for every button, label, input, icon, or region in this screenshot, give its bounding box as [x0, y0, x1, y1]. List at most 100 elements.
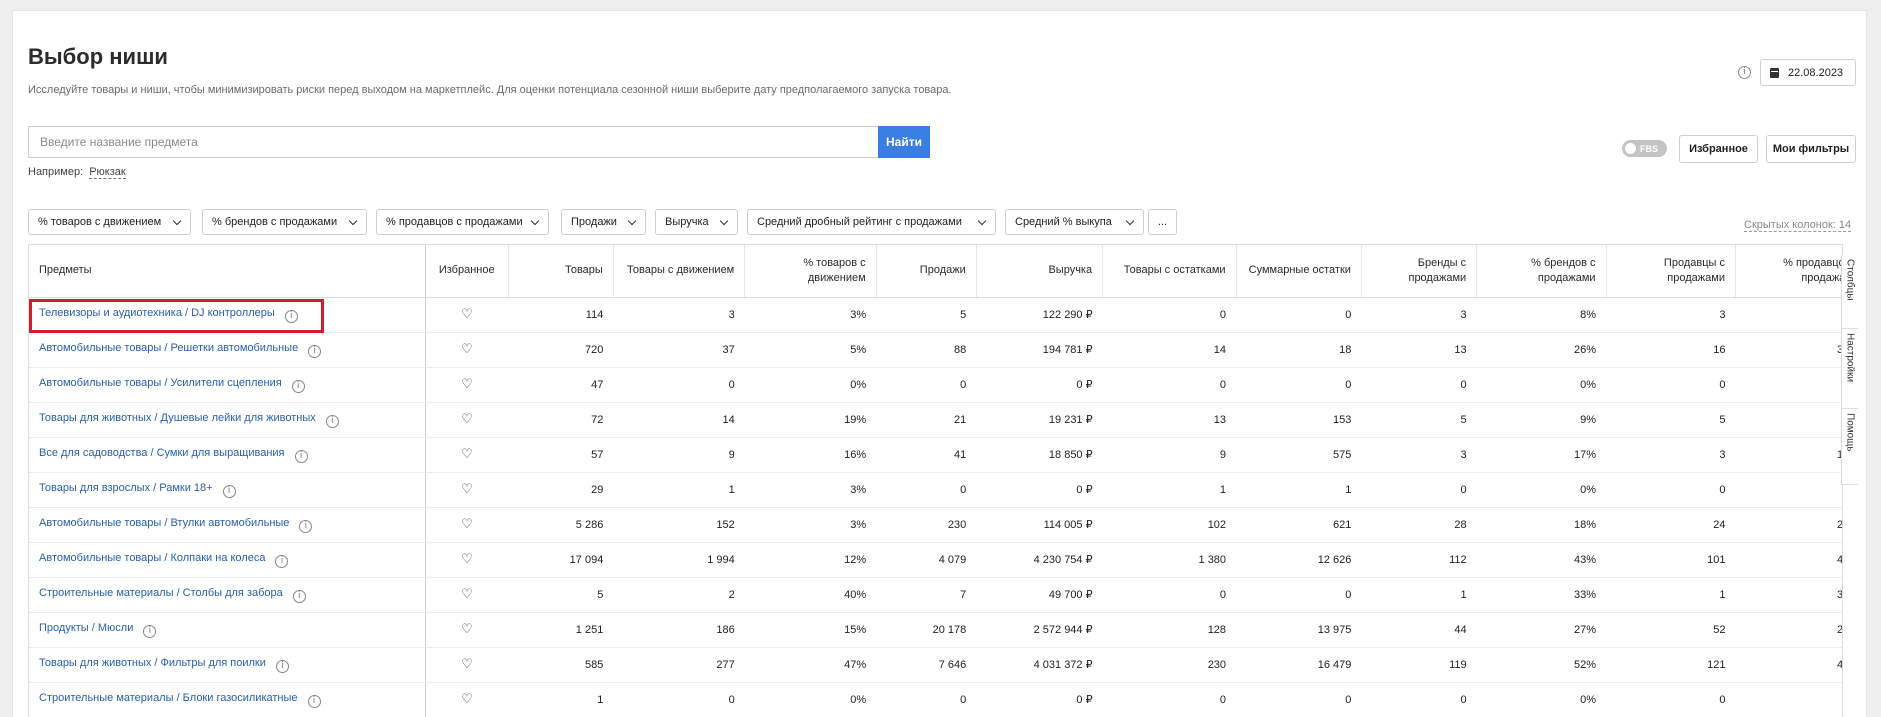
subject-link[interactable]: Продукты / Мюсли — [39, 622, 133, 634]
info-icon[interactable]: i — [325, 414, 339, 428]
search-input[interactable] — [28, 126, 878, 158]
column-header[interactable]: Предметы — [29, 245, 426, 298]
info-icon[interactable]: i — [1738, 66, 1751, 79]
column-header[interactable]: Бренды с продажами — [1360, 245, 1477, 298]
subject-link[interactable]: Автомобильные товары / Втулки автомобиль… — [39, 517, 289, 529]
launch-date-picker[interactable]: 22.08.2023 — [1760, 59, 1856, 86]
subject-link[interactable]: Товары для животных / Душевые лейки для … — [39, 412, 316, 424]
subject-link[interactable]: Товары для животных / Фильтры для поилки — [39, 657, 266, 669]
info-icon[interactable]: i — [291, 379, 305, 393]
cell-sales: 0 — [876, 472, 977, 508]
side-tab-settings[interactable]: Настройки — [1842, 329, 1858, 409]
heart-icon[interactable]: ♡ — [461, 552, 473, 567]
column-header[interactable]: Товары с остатками — [1102, 245, 1237, 298]
table-row: Все для садоводства / Сумки для выращива… — [29, 437, 1842, 473]
chevron-down-icon — [172, 216, 182, 226]
filter-sellers-pct[interactable]: % продавцов с продажами — [376, 209, 549, 235]
cell-revenue: 122 290 ₽ — [976, 297, 1103, 333]
subject-link[interactable]: Автомобильные товары / Усилители сцеплен… — [39, 377, 282, 389]
cell-sellers: 24 — [1606, 507, 1736, 543]
filter-label: % товаров с движением — [38, 216, 162, 228]
table-row: Товары для животных / Фильтры для поилки… — [29, 647, 1842, 683]
favorite-cell: ♡ — [425, 542, 509, 578]
filter-avg-rating[interactable]: Средний дробный рейтинг с продажами — [747, 209, 996, 235]
more-filters-button[interactable]: ... — [1148, 209, 1177, 235]
info-icon[interactable]: i — [284, 309, 298, 323]
fbs-toggle[interactable]: FBS — [1622, 140, 1667, 157]
cell-moving-pct: 3% — [744, 297, 877, 333]
subject-link[interactable]: Строительные материалы / Блоки газосилик… — [39, 692, 298, 704]
column-header[interactable]: Продажи — [875, 245, 977, 298]
subject-cell: Товары для животных / Душевые лейки для … — [29, 402, 426, 438]
side-tab-help[interactable]: Помощь — [1842, 409, 1858, 485]
subject-link[interactable]: Автомобильные товары / Колпаки на колеса — [39, 552, 265, 564]
filter-moving-products-pct[interactable]: % товаров с движением — [28, 209, 191, 235]
cell-sales: 88 — [876, 332, 977, 368]
filter-buyout-pct[interactable]: Средний % выкупа — [1005, 209, 1144, 235]
filter-brands-pct[interactable]: % брендов с продажами — [202, 209, 367, 235]
cell-revenue: 0 ₽ — [976, 367, 1103, 403]
cell-in-stock: 1 380 — [1102, 542, 1237, 578]
example-link[interactable]: Рюкзак — [89, 166, 126, 179]
cell-moving: 37 — [613, 332, 745, 368]
cell-sales: 230 — [876, 507, 977, 543]
filter-revenue[interactable]: Выручка — [655, 209, 738, 235]
column-header[interactable]: Выручка — [975, 245, 1103, 298]
filter-label: Продажи — [571, 216, 617, 228]
cell-stock-total: 0 — [1236, 577, 1362, 613]
filter-sales[interactable]: Продажи — [561, 209, 646, 235]
column-header[interactable]: Избранное — [425, 245, 509, 298]
cell-moving: 9 — [613, 437, 745, 473]
info-icon[interactable]: i — [222, 484, 236, 498]
cell-moving-pct: 3% — [744, 507, 877, 543]
column-header[interactable]: % брендов с продажами — [1476, 245, 1607, 298]
info-icon[interactable]: i — [294, 449, 308, 463]
side-tab-columns[interactable]: Столбцы — [1842, 255, 1858, 329]
favorites-button[interactable]: Избранное — [1679, 135, 1758, 163]
cell-brands-pct: 17% — [1476, 437, 1607, 473]
cell-stock-total: 153 — [1236, 402, 1362, 438]
cell-brands: 3 — [1361, 437, 1477, 473]
heart-icon[interactable]: ♡ — [461, 482, 473, 497]
heart-icon[interactable]: ♡ — [461, 622, 473, 637]
info-icon[interactable]: i — [299, 519, 313, 533]
info-icon[interactable]: i — [292, 589, 306, 603]
cell-in-stock: 13 — [1102, 402, 1237, 438]
heart-icon[interactable]: ♡ — [461, 377, 473, 392]
heart-icon[interactable]: ♡ — [461, 342, 473, 357]
column-header[interactable]: Товары — [507, 245, 614, 298]
my-filters-button[interactable]: Мои фильтры — [1766, 135, 1856, 163]
info-icon[interactable]: i — [307, 694, 321, 708]
heart-icon[interactable]: ♡ — [461, 412, 473, 427]
subject-link[interactable]: Товары для взрослых / Рамки 18+ — [39, 482, 213, 494]
subject-link[interactable]: Телевизоры и аудиотехника / DJ контролле… — [39, 307, 275, 319]
cell-products: 29 — [508, 472, 614, 508]
column-header[interactable]: % товаров с движением — [744, 245, 877, 298]
subject-link[interactable]: Строительные материалы / Столбы для забо… — [39, 587, 283, 599]
heart-icon[interactable]: ♡ — [461, 447, 473, 462]
cell-brands: 28 — [1361, 507, 1477, 543]
cell-sellers-pct: 33% — [1735, 577, 1842, 613]
column-header[interactable]: Товары с движением — [612, 245, 745, 298]
heart-icon[interactable]: ♡ — [461, 587, 473, 602]
info-icon[interactable]: i — [308, 344, 322, 358]
column-header[interactable]: Суммарные остатки — [1235, 245, 1362, 298]
info-icon[interactable]: i — [143, 624, 157, 638]
cell-stock-total: 0 — [1236, 367, 1362, 403]
cell-moving-pct: 3% — [744, 472, 877, 508]
table-body: Телевизоры и аудиотехника / DJ контролле… — [29, 297, 1842, 717]
column-header[interactable]: % продавцов с продажами — [1734, 245, 1842, 298]
favorite-cell: ♡ — [425, 437, 509, 473]
chevron-down-icon — [530, 216, 540, 226]
subject-link[interactable]: Все для садоводства / Сумки для выращива… — [39, 447, 285, 459]
search-button[interactable]: Найти — [878, 126, 930, 158]
info-icon[interactable]: i — [275, 659, 289, 673]
info-icon[interactable]: i — [275, 554, 289, 568]
subject-link[interactable]: Автомобильные товары / Решетки автомобил… — [39, 342, 298, 354]
heart-icon[interactable]: ♡ — [461, 657, 473, 672]
column-header[interactable]: Продавцы с продажами — [1605, 245, 1736, 298]
heart-icon[interactable]: ♡ — [461, 307, 473, 322]
hidden-columns-link[interactable]: Скрытых колонок: 14 — [1744, 219, 1852, 232]
heart-icon[interactable]: ♡ — [461, 692, 473, 707]
heart-icon[interactable]: ♡ — [461, 517, 473, 532]
